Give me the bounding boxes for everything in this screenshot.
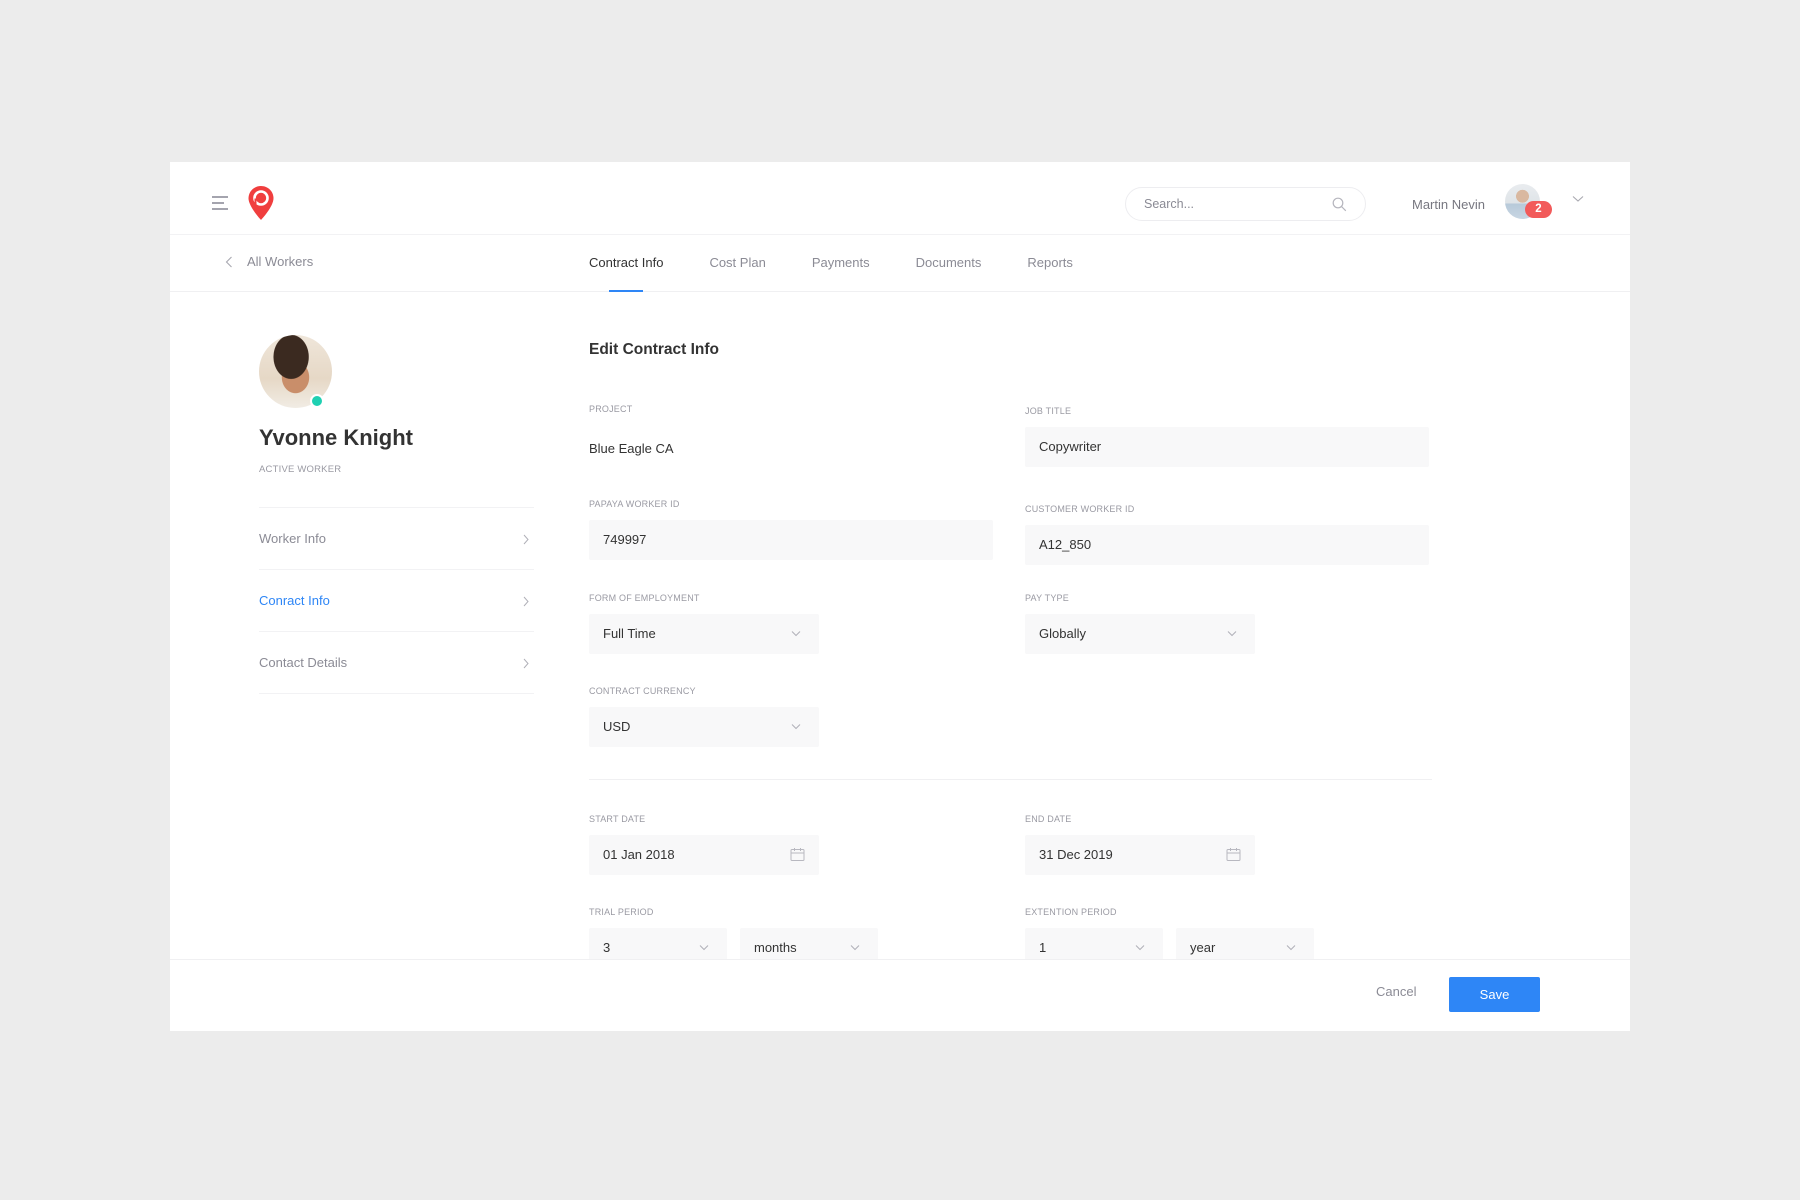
contract-currency-label: CONTRACT CURRENCY [589, 686, 696, 696]
chevron-down-icon [1286, 945, 1296, 951]
extension-period-label: EXTENTION PERIOD [1025, 907, 1117, 917]
worker-name: Yvonne Knight [259, 425, 413, 450]
extension-period-unit-value: year [1190, 940, 1216, 955]
end-date-value: 31 Dec 2019 [1039, 847, 1113, 862]
side-item-worker-info[interactable]: Worker Info [259, 508, 534, 570]
start-date-input[interactable]: 01 Jan 2018 [589, 835, 819, 875]
search-icon[interactable] [1332, 197, 1347, 212]
customer-worker-id-label: CUSTOMER WORKER ID [1025, 504, 1135, 514]
cancel-button[interactable]: Cancel [1376, 984, 1416, 999]
trial-period-amount-value: 3 [603, 940, 611, 955]
back-link-label: All Workers [247, 254, 314, 269]
chevron-right-icon [523, 596, 529, 607]
hamburger-menu-icon[interactable] [212, 196, 228, 210]
save-button[interactable]: Save [1449, 977, 1540, 1012]
side-item-contract-info[interactable]: Conract Info [259, 570, 534, 632]
end-date-input[interactable]: 31 Dec 2019 [1025, 835, 1255, 875]
sub-navigation: All Workers Contract Info Cost Plan Paym… [170, 235, 1630, 292]
pay-type-label: PAY TYPE [1025, 593, 1069, 603]
app-window: Martin Nevin 2 All Workers Contract Info… [170, 162, 1630, 1031]
calendar-icon[interactable] [1226, 847, 1241, 862]
chevron-down-icon [1135, 945, 1145, 951]
tab-contract-info[interactable]: Contract Info [589, 235, 663, 292]
chevron-down-icon [791, 631, 801, 637]
tab-cost-plan[interactable]: Cost Plan [709, 235, 765, 292]
end-date-label: END DATE [1025, 814, 1072, 824]
papaya-worker-id-label: PAPAYA WORKER ID [589, 499, 680, 509]
side-item-label: Contact Details [259, 655, 348, 670]
notification-badge[interactable]: 2 [1525, 201, 1552, 218]
form-of-employment-value: Full Time [603, 626, 656, 641]
chevron-down-icon[interactable] [1572, 195, 1584, 203]
start-date-label: START DATE [589, 814, 646, 824]
side-item-label: Worker Info [259, 531, 326, 546]
user-name[interactable]: Martin Nevin [1412, 197, 1485, 212]
project-value: Blue Eagle CA [589, 441, 674, 456]
chevron-right-icon [523, 658, 529, 669]
online-status-dot [310, 394, 324, 408]
customer-worker-id-input[interactable]: A12_850 [1025, 525, 1429, 565]
job-title-label: JOB TITLE [1025, 406, 1072, 416]
section-divider [589, 779, 1432, 780]
trial-period-label: TRIAL PERIOD [589, 907, 654, 917]
worker-role: ACTIVE WORKER [259, 464, 342, 475]
papaya-worker-id-input[interactable]: 749997 [589, 520, 993, 560]
job-title-input[interactable]: Copywriter [1025, 427, 1429, 467]
chevron-down-icon [791, 724, 801, 730]
tab-reports[interactable]: Reports [1027, 235, 1073, 292]
chevron-left-icon [225, 256, 232, 267]
contract-currency-select[interactable]: USD [589, 707, 819, 747]
back-link[interactable]: All Workers [225, 254, 313, 269]
papaya-worker-id-value: 749997 [603, 532, 647, 547]
customer-worker-id-value: A12_850 [1039, 537, 1092, 552]
profile-side-menu: Worker Info Conract Info Contact Details [259, 507, 534, 694]
job-title-value: Copywriter [1039, 439, 1102, 454]
form-title: Edit Contract Info [589, 341, 720, 358]
tab-bar: Contract Info Cost Plan Payments Documen… [589, 235, 1119, 292]
top-bar: Martin Nevin 2 [170, 162, 1630, 235]
side-item-label: Conract Info [259, 593, 330, 608]
start-date-value: 01 Jan 2018 [603, 847, 675, 862]
form-footer: Cancel Save [170, 959, 1630, 1031]
calendar-icon[interactable] [790, 847, 805, 862]
chevron-down-icon [850, 945, 860, 951]
search-box[interactable] [1125, 187, 1366, 221]
chevron-down-icon [1227, 631, 1237, 637]
extension-period-amount-value: 1 [1039, 940, 1047, 955]
pay-type-select[interactable]: Globally [1025, 614, 1255, 654]
side-item-contact-details[interactable]: Contact Details [259, 632, 534, 694]
form-of-employment-select[interactable]: Full Time [589, 614, 819, 654]
search-input[interactable] [1144, 188, 1324, 220]
project-label: PROJECT [589, 404, 633, 414]
pay-type-value: Globally [1039, 626, 1086, 641]
contract-currency-value: USD [603, 719, 631, 734]
form-of-employment-label: FORM OF EMPLOYMENT [589, 593, 700, 603]
trial-period-unit-value: months [754, 940, 797, 955]
tab-payments[interactable]: Payments [812, 235, 870, 292]
chevron-down-icon [699, 945, 709, 951]
tab-documents[interactable]: Documents [916, 235, 982, 292]
chevron-right-icon [523, 534, 529, 545]
logo-pin-icon[interactable] [247, 185, 275, 221]
